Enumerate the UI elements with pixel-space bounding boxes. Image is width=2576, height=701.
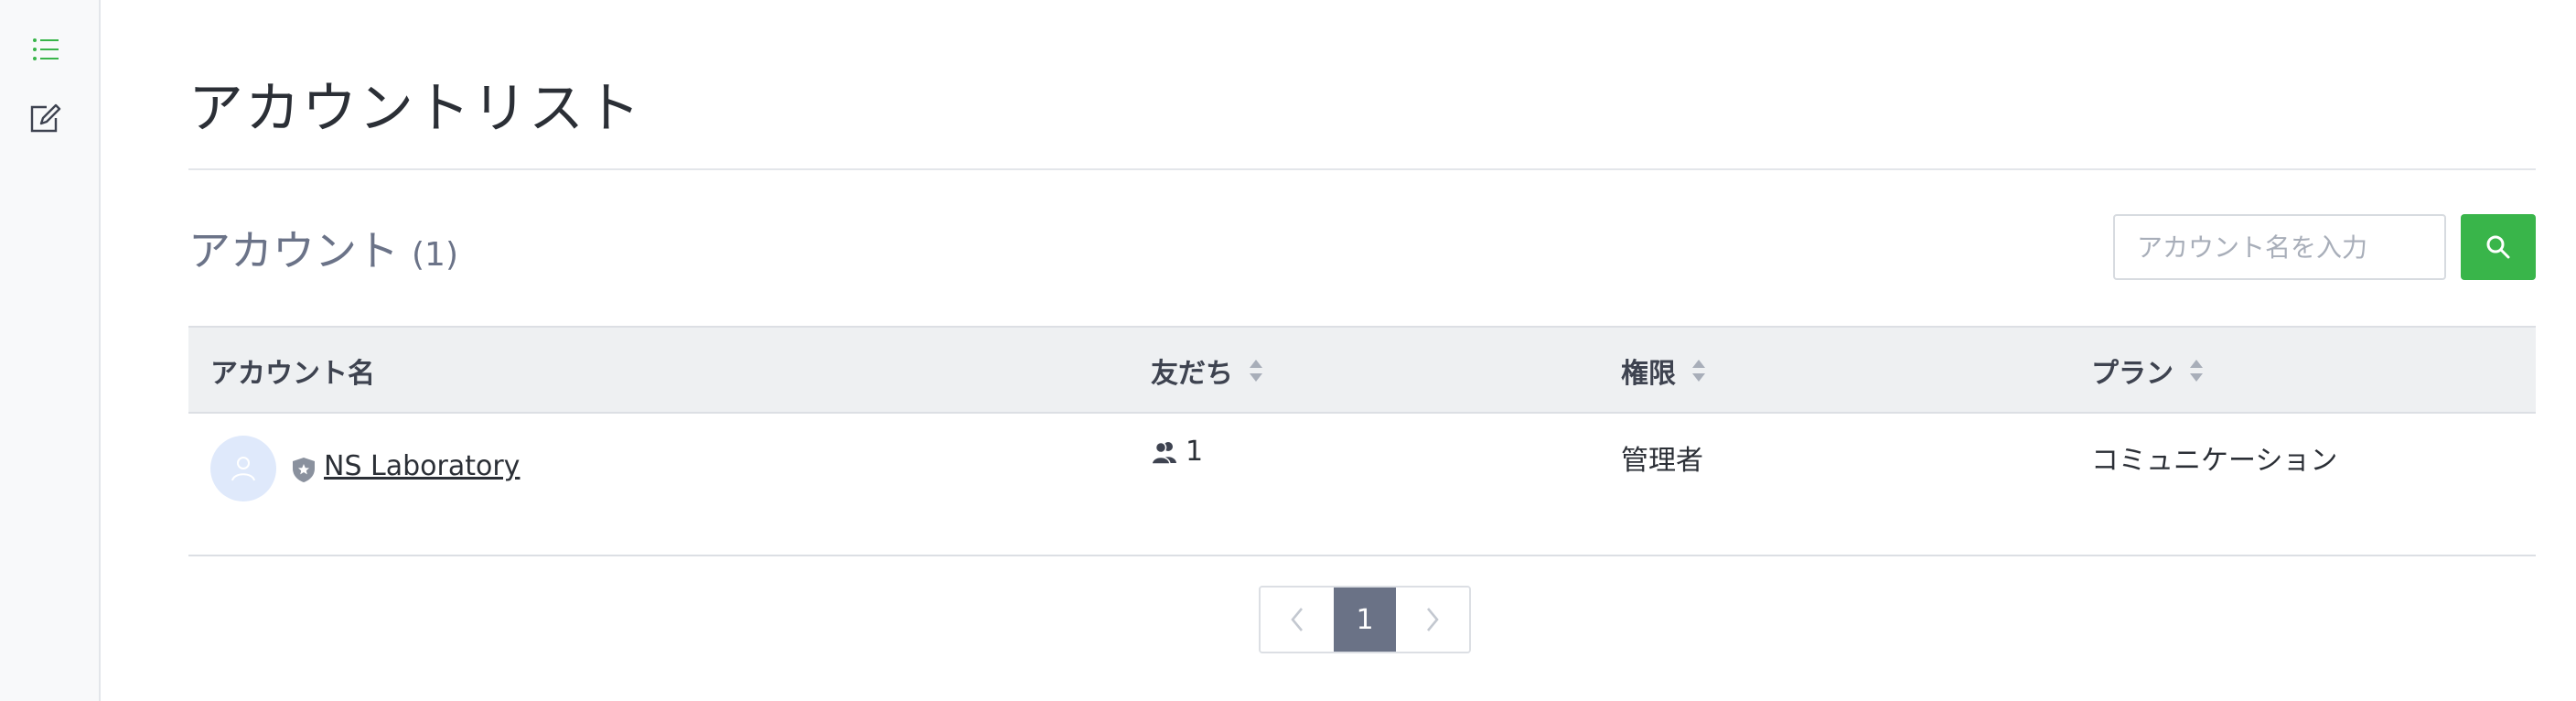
user-icon	[231, 457, 255, 481]
friends-cell: 1	[1151, 436, 1203, 468]
shield-icon	[293, 458, 315, 482]
account-table: アカウント名 友だち 権限 プラン NS Laboratory 1 管理者 コミ…	[188, 326, 2536, 556]
sort-icon	[1248, 358, 1264, 383]
sidebar-item-edit[interactable]	[26, 99, 66, 139]
sort-icon	[1690, 358, 1707, 383]
column-header-plan[interactable]: プラン	[2091, 328, 2205, 414]
main-content: アカウントリスト アカウント (1) アカウント名 友だち 権限	[188, 0, 2536, 701]
table-header: アカウント名 友だち 権限 プラン	[188, 326, 2536, 414]
search-icon	[2486, 235, 2510, 259]
friends-icon	[1151, 441, 1176, 465]
account-name-link[interactable]: NS Laboratory	[324, 450, 520, 482]
divider	[188, 168, 2536, 170]
friends-count: 1	[1186, 436, 1204, 468]
role-cell: 管理者	[1621, 445, 1703, 477]
section-title: アカウント (1)	[188, 218, 458, 278]
sidebar	[0, 0, 101, 701]
page-title: アカウントリスト	[188, 77, 642, 141]
pagination: 1	[1259, 586, 1471, 653]
page-button-current[interactable]: 1	[1334, 588, 1396, 652]
column-header-friends[interactable]: 友だち	[1151, 328, 1264, 414]
plan-cell: コミュニケーション	[2091, 445, 2338, 477]
edit-icon	[30, 103, 61, 133]
chevron-right-icon	[1427, 608, 1439, 631]
account-count: (1)	[412, 236, 458, 274]
chevron-left-icon	[1291, 608, 1303, 631]
avatar	[210, 436, 276, 501]
sidebar-item-list[interactable]	[26, 29, 66, 70]
column-header-label: 権限	[1621, 358, 1676, 390]
column-header-label: 友だち	[1151, 358, 1233, 390]
prev-page-button[interactable]	[1261, 588, 1334, 652]
column-header-label: プラン	[2091, 358, 2174, 390]
search-button[interactable]	[2461, 214, 2536, 280]
column-header-label: アカウント名	[210, 358, 375, 390]
section-title-label: アカウント	[188, 226, 399, 275]
list-icon	[33, 38, 59, 60]
column-header-account-name: アカウント名	[210, 328, 375, 414]
column-header-role[interactable]: 権限	[1621, 328, 1707, 414]
table-row: NS Laboratory 1 管理者 コミュニケーション	[188, 414, 2536, 556]
sort-icon	[2188, 358, 2205, 383]
search-input[interactable]	[2113, 214, 2446, 280]
next-page-button[interactable]	[1396, 588, 1469, 652]
